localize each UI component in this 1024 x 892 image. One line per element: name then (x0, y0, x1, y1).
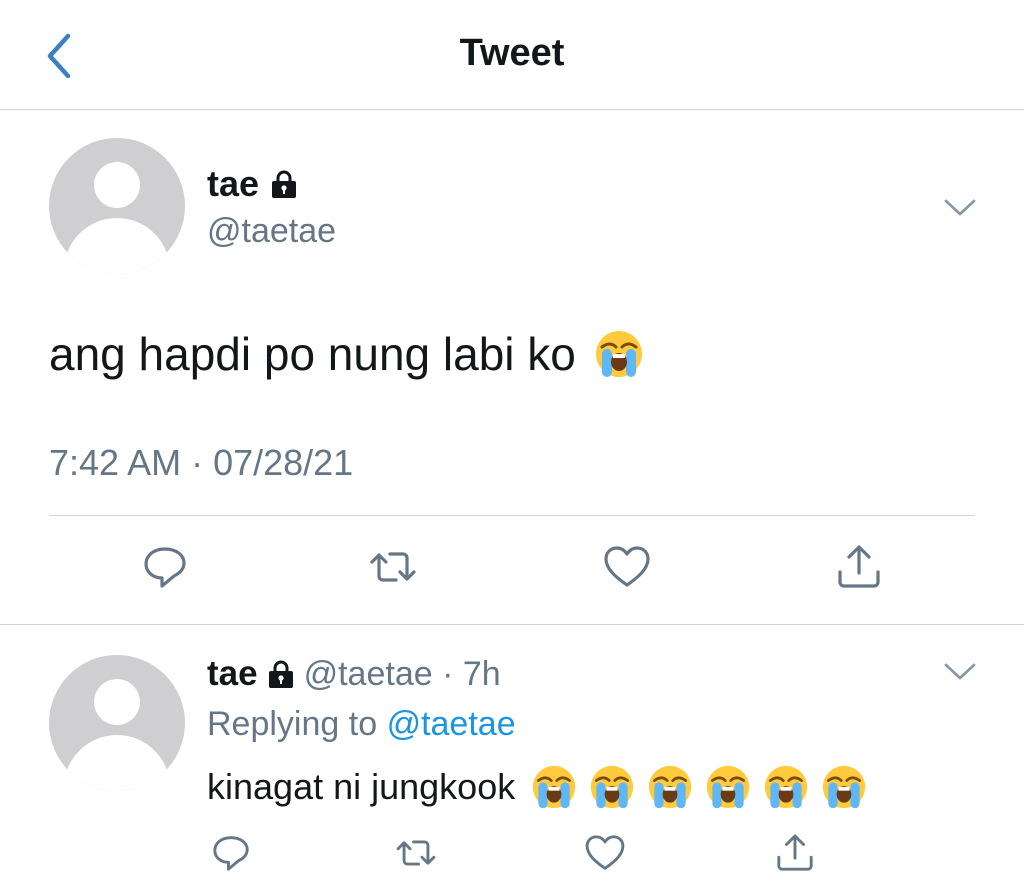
reply-emoji-group (531, 764, 867, 810)
top-bar: Tweet (0, 0, 1024, 110)
tweet-text: ang hapdi po nung labi ko (49, 328, 644, 380)
divider (49, 515, 975, 516)
loudly-crying-face-icon (649, 765, 692, 809)
chevron-down-icon[interactable] (943, 662, 977, 682)
replying-to-line: Replying to @taetae (207, 705, 516, 744)
replying-to-label: Replying to (207, 705, 378, 743)
chevron-down-icon[interactable] (943, 198, 977, 218)
loudly-crying-face-icon (765, 765, 808, 809)
like-icon[interactable] (582, 830, 628, 876)
author-name-row[interactable]: tae (207, 163, 297, 205)
share-icon[interactable] (772, 830, 818, 876)
section-divider (0, 624, 1024, 625)
loudly-crying-face-icon (591, 765, 634, 809)
loudly-crying-face-icon (595, 331, 642, 377)
lock-icon (268, 660, 293, 688)
lock-icon (272, 170, 297, 198)
loudly-crying-face-icon (823, 765, 866, 809)
author-name: tae (207, 163, 260, 204)
author-handle[interactable]: @taetae (207, 212, 336, 251)
like-icon[interactable] (600, 540, 654, 594)
reply-handle-time: @taetae · 7h (303, 654, 501, 693)
avatar[interactable] (49, 138, 185, 274)
reply-header: tae @taetae · 7h (207, 654, 501, 694)
reply-author-name[interactable]: tae (207, 654, 258, 694)
retweet-icon[interactable] (393, 830, 439, 876)
page-title: Tweet (459, 32, 565, 74)
reply-avatar[interactable] (49, 655, 185, 791)
retweet-icon[interactable] (366, 540, 420, 594)
loudly-crying-face-icon (533, 765, 576, 809)
reply-icon[interactable] (208, 830, 254, 876)
reply-icon[interactable] (138, 540, 192, 594)
reply-body: kinagat ni jungkook (207, 766, 516, 807)
tweet-timestamp: 7:42 AM · 07/28/21 (49, 442, 354, 483)
reply-tweet-text: kinagat ni jungkook (207, 764, 867, 810)
tweet-detail-page: Tweet tae @taetae ang hapdi po nung labi… (0, 0, 1024, 892)
loudly-crying-face-icon (707, 765, 750, 809)
tweet-body: ang hapdi po nung labi ko (49, 328, 576, 380)
share-icon[interactable] (832, 540, 886, 594)
replying-to-link[interactable]: @taetae (387, 705, 516, 743)
